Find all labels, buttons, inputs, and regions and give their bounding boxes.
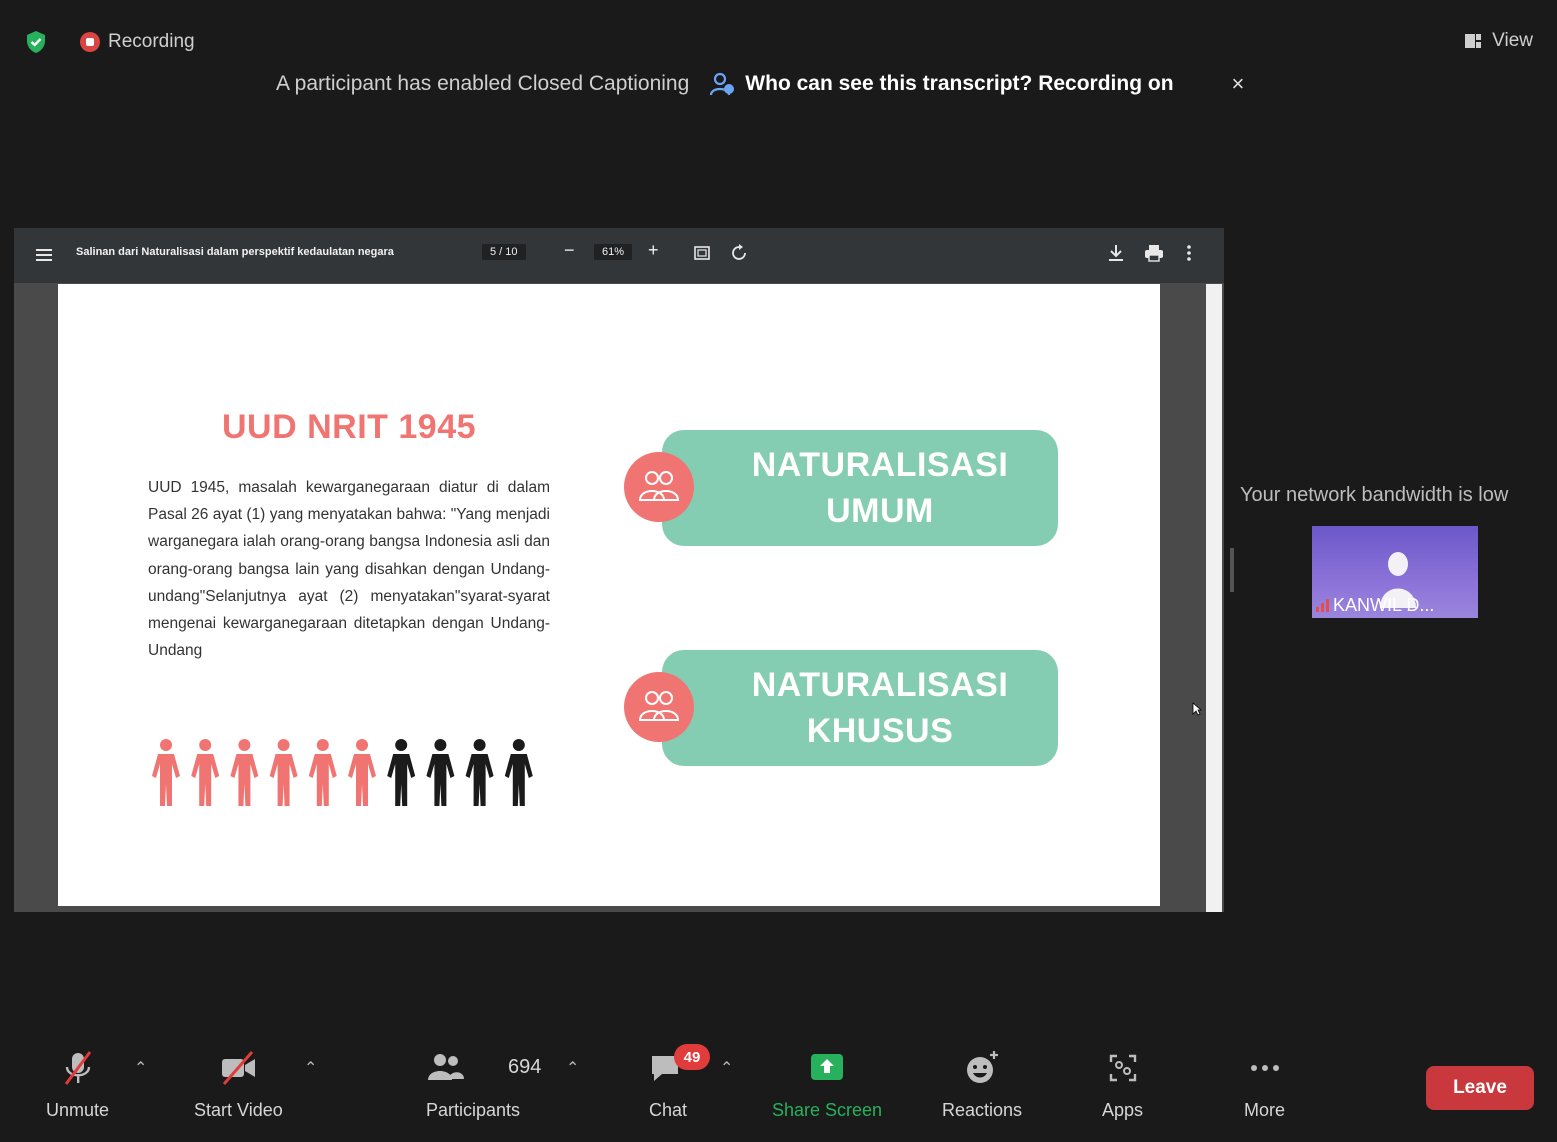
leave-button[interactable]: Leave [1426, 1066, 1534, 1110]
reactions-button[interactable]: Reactions [942, 1048, 1022, 1121]
caption-notice: A participant has enabled Closed Caption… [276, 72, 690, 95]
video-off-icon [222, 1051, 256, 1085]
slide-body-text: UUD 1945, masalah kewarganegaraan diatur… [148, 479, 550, 660]
person-figure [426, 739, 455, 806]
fit-page-icon[interactable] [694, 246, 710, 260]
participants-options-caret[interactable]: ⌃ [566, 1058, 579, 1078]
person-figure [152, 739, 180, 806]
participant-name: KANWIL D... [1333, 594, 1435, 615]
share-screen-icon [811, 1054, 844, 1080]
share-screen-label: Share Screen [772, 1100, 883, 1120]
person-figure [387, 739, 416, 806]
video-options-caret[interactable]: ⌃ [304, 1058, 317, 1078]
participants-icon [428, 1054, 465, 1080]
apps-button[interactable]: Apps [1102, 1048, 1143, 1121]
pdf-page: UUD NRIT 1945 UUD 1945, masalah kewargan… [58, 284, 1160, 906]
participant-name-tag: KANWIL D... [1312, 592, 1434, 618]
start-video-label: Start Video [194, 1100, 283, 1120]
close-banner-button[interactable]: × [1232, 71, 1245, 97]
user-info-icon [710, 72, 735, 96]
chat-options-caret[interactable]: ⌃ [720, 1058, 733, 1078]
person-figure [465, 739, 494, 806]
more-button[interactable]: More [1244, 1048, 1285, 1121]
people-circle-icon [624, 452, 694, 522]
meeting-toolbar: Unmute ⌃ Start Video ⌃ Participants 694 … [0, 1040, 1557, 1130]
mouse-cursor-icon [1192, 702, 1202, 716]
start-video-button[interactable]: Start Video [194, 1048, 283, 1121]
view-label: View [1492, 30, 1533, 51]
recording-icon [80, 32, 100, 52]
recording-label: Recording [108, 31, 195, 52]
apps-icon [1109, 1054, 1136, 1082]
slide-title: UUD NRIT 1945 [222, 408, 477, 446]
participants-button[interactable]: Participants [426, 1048, 520, 1121]
page-indicator[interactable]: 5 / 10 [482, 244, 526, 260]
more-label: More [1244, 1100, 1286, 1120]
badge-line2: KHUSUS [806, 712, 954, 750]
transcript-link-text: Who can see this transcript? Recording o… [745, 72, 1174, 95]
zoom-in-button[interactable]: + [648, 240, 659, 261]
audio-options-caret[interactable]: ⌃ [134, 1058, 147, 1078]
menu-icon[interactable] [36, 246, 52, 264]
reactions-label: Reactions [942, 1100, 1023, 1120]
zoom-level[interactable]: 61% [594, 244, 633, 260]
zoom-out-button[interactable]: − [564, 240, 575, 261]
zoom-meeting-window: Recording View A participant has enabled… [0, 0, 1557, 1142]
people-circle-icon [624, 672, 694, 742]
people-figures-icon [152, 739, 533, 806]
rotate-icon[interactable] [730, 244, 748, 262]
network-bandwidth-notice: Your network bandwidth is low [1240, 484, 1509, 506]
share-screen-button[interactable]: Share Screen [772, 1048, 882, 1121]
badge-naturalisasi-umum: NATURALISASI UMUM [624, 430, 1058, 546]
person-figure [348, 739, 376, 806]
participant-count: 694 [508, 1056, 542, 1078]
chat-unread-badge: 49 [674, 1044, 710, 1070]
more-options-icon[interactable] [1186, 244, 1192, 262]
closed-caption-banner: A participant has enabled Closed Caption… [276, 68, 1244, 100]
badge-line2: UMUM [826, 492, 934, 530]
person-figure [504, 739, 533, 806]
security-shield-icon[interactable] [24, 30, 48, 54]
panel-resize-handle[interactable] [1230, 548, 1234, 592]
apps-label: Apps [1102, 1100, 1144, 1120]
unmute-label: Unmute [46, 1100, 110, 1120]
chat-label: Chat [648, 1100, 688, 1120]
view-button[interactable]: View [1464, 30, 1533, 52]
more-dots-icon [1250, 1065, 1279, 1071]
participant-video-thumbnail[interactable]: KANWIL D... [1312, 526, 1478, 618]
download-icon[interactable] [1108, 244, 1124, 262]
pdf-scrollbar[interactable] [1206, 284, 1222, 912]
participants-label: Participants [426, 1100, 521, 1120]
person-figure [269, 739, 298, 806]
person-figure [230, 739, 259, 806]
person-figure [308, 739, 337, 806]
view-grid-icon [1465, 34, 1482, 48]
badge-line1: NATURALISASI [751, 446, 1009, 484]
unmute-button[interactable]: Unmute [46, 1048, 109, 1121]
transcript-link[interactable]: Who can see this transcript? Recording o… [709, 71, 1174, 97]
recording-indicator[interactable]: Recording [80, 30, 195, 54]
badge-naturalisasi-khusus: NATURALISASI KHUSUS [624, 650, 1058, 766]
print-icon[interactable] [1144, 244, 1164, 262]
person-figure [191, 739, 220, 806]
pdf-viewer-toolbar: Salinan dari Naturalisasi dalam perspekt… [14, 228, 1224, 283]
shared-screen: Salinan dari Naturalisasi dalam perspekt… [14, 228, 1224, 912]
badge-line1: NATURALISASI [751, 666, 1009, 704]
muted-microphone-icon [64, 1051, 91, 1085]
signal-bars-icon [1316, 598, 1329, 612]
pdf-file-name: Salinan dari Naturalisasi dalam perspekt… [76, 246, 394, 258]
reactions-smiley-icon [967, 1051, 999, 1083]
